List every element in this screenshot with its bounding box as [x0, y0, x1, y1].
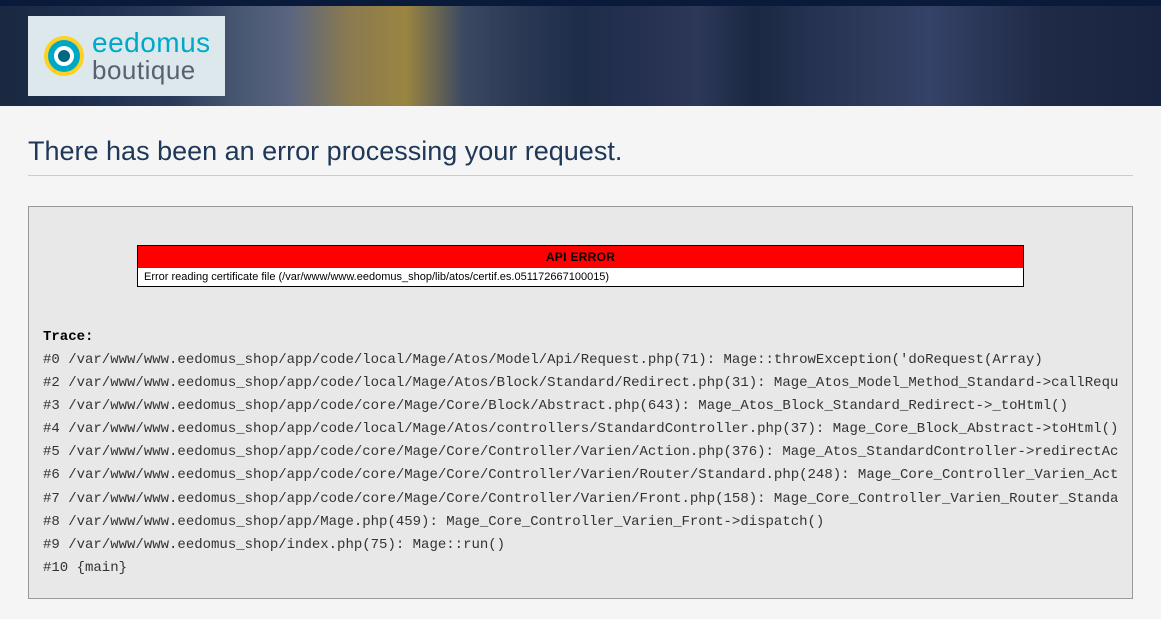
trace-lines: #0 /var/www/www.eedomus_shop/app/code/lo…	[43, 349, 1118, 580]
trace-line: #7 /var/www/www.eedomus_shop/app/code/co…	[43, 488, 1118, 511]
error-message: Error reading certificate file (/var/www…	[138, 268, 1024, 287]
trace-label: Trace:	[43, 329, 1118, 345]
logo-top: eedomus	[92, 28, 211, 57]
error-header: API ERROR	[138, 246, 1024, 269]
page-title: There has been an error processing your …	[28, 136, 1133, 176]
header: eedomus boutique	[0, 6, 1161, 106]
logo-icon	[42, 34, 86, 78]
trace-line: #8 /var/www/www.eedomus_shop/app/Mage.ph…	[43, 511, 1118, 534]
trace-line: #6 /var/www/www.eedomus_shop/app/code/co…	[43, 464, 1118, 487]
trace-line: #3 /var/www/www.eedomus_shop/app/code/co…	[43, 395, 1118, 418]
trace-line: #2 /var/www/www.eedomus_shop/app/code/lo…	[43, 372, 1118, 395]
content: There has been an error processing your …	[0, 106, 1161, 619]
logo-bottom: boutique	[92, 57, 211, 84]
logo-text: eedomus boutique	[92, 28, 211, 85]
trace-line: #5 /var/www/www.eedomus_shop/app/code/co…	[43, 441, 1118, 464]
trace-section: Trace: #0 /var/www/www.eedomus_shop/app/…	[43, 329, 1118, 580]
error-panel: API ERROR Error reading certificate file…	[28, 206, 1133, 599]
logo[interactable]: eedomus boutique	[28, 16, 225, 97]
trace-line: #4 /var/www/www.eedomus_shop/app/code/lo…	[43, 418, 1118, 441]
trace-line: #9 /var/www/www.eedomus_shop/index.php(7…	[43, 534, 1118, 557]
error-table: API ERROR Error reading certificate file…	[137, 245, 1024, 287]
trace-line: #10 {main}	[43, 557, 1118, 580]
trace-line: #0 /var/www/www.eedomus_shop/app/code/lo…	[43, 349, 1118, 372]
